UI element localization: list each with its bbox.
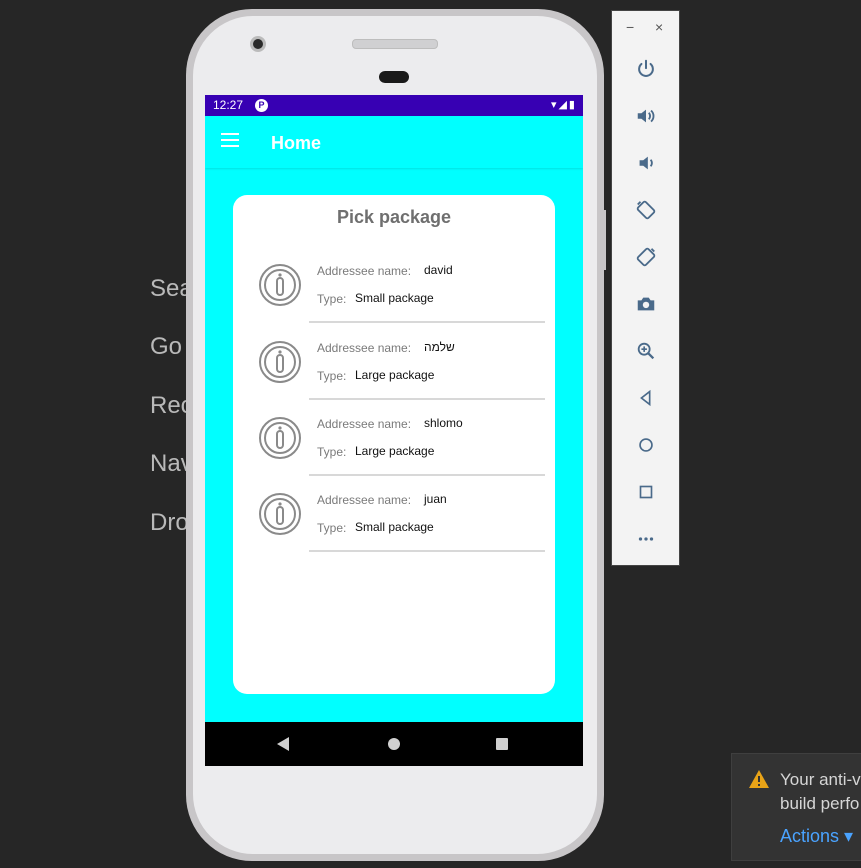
- info-icon: [259, 264, 301, 306]
- home-icon: [639, 438, 653, 452]
- close-button[interactable]: ×: [655, 19, 663, 35]
- info-icon: [259, 493, 301, 535]
- addressee-value: david: [424, 263, 453, 277]
- card-title: Pick package: [336, 207, 452, 227]
- emulator-toolbar: − ×: [611, 10, 680, 566]
- more-icon: [638, 537, 654, 541]
- volume-down-button[interactable]: [632, 149, 660, 177]
- addressee-value: שלמה: [424, 340, 455, 354]
- volume-down-icon: [639, 156, 653, 170]
- divider: [309, 321, 545, 323]
- list-item[interactable]: Addressee name: שלמה Type: Large package: [233, 330, 555, 406]
- addressee-label: Addressee name:: [317, 264, 412, 278]
- volume-up-button[interactable]: [632, 102, 660, 130]
- phone-screen: 12:27 P ▾◢▮ Home Pick package Addressee …: [205, 95, 583, 766]
- notification-badge-icon: P: [255, 99, 268, 112]
- more-button[interactable]: [632, 525, 660, 553]
- signal-battery-icons: ▾◢▮: [550, 99, 577, 111]
- type-label: Type:: [317, 369, 347, 383]
- list-item[interactable]: Addressee name: david Type: Small packag…: [233, 253, 555, 329]
- info-icon: [259, 417, 301, 459]
- info-icon: [259, 341, 301, 383]
- home-button[interactable]: [632, 431, 660, 459]
- rotate-left-icon: [636, 200, 656, 220]
- status-time: 12:27: [213, 98, 244, 112]
- rotate-right-icon: [636, 247, 656, 267]
- nav-home-icon[interactable]: [388, 738, 400, 750]
- notification-line: Your anti-v: [780, 770, 861, 789]
- nav-back-icon[interactable]: [277, 737, 289, 751]
- nav-recents-icon[interactable]: [496, 738, 508, 750]
- power-button[interactable]: [632, 55, 660, 83]
- notification-toast: Your anti-v build perfo Actions ▾: [731, 753, 861, 861]
- android-nav-bar: [205, 722, 583, 766]
- earpiece-speaker: [352, 39, 438, 49]
- addressee-value: juan: [424, 492, 447, 506]
- type-value: Small package: [355, 520, 434, 534]
- divider: [309, 474, 545, 476]
- status-bar: 12:27 P ▾◢▮: [205, 95, 583, 116]
- actions-dropdown[interactable]: Actions ▾: [780, 826, 853, 847]
- type-value: Small package: [355, 291, 434, 305]
- hamburger-icon[interactable]: [221, 133, 239, 147]
- list-item[interactable]: Addressee name: shlomo Type: Large packa…: [233, 406, 555, 482]
- page-title: Home: [271, 133, 322, 153]
- screenshot-button[interactable]: [632, 290, 660, 318]
- list-item[interactable]: Addressee name: juan Type: Small package: [233, 482, 555, 558]
- divider: [309, 550, 545, 552]
- app-bar: Home: [205, 116, 583, 168]
- type-label: Type:: [317, 445, 347, 459]
- overview-icon: [639, 485, 653, 499]
- minimize-button[interactable]: −: [626, 19, 634, 35]
- package-card: Pick package Addressee name: david Type:…: [233, 195, 555, 694]
- addressee-label: Addressee name:: [317, 417, 412, 431]
- overview-button[interactable]: [632, 478, 660, 506]
- type-label: Type:: [317, 292, 347, 306]
- zoom-icon: [637, 342, 655, 360]
- back-button[interactable]: [632, 384, 660, 412]
- zoom-button[interactable]: [632, 337, 660, 365]
- type-label: Type:: [317, 521, 347, 535]
- rotate-left-button[interactable]: [632, 196, 660, 224]
- type-value: Large package: [355, 368, 435, 382]
- power-icon: [638, 59, 654, 77]
- volume-up-icon: [637, 109, 655, 123]
- addressee-label: Addressee name:: [317, 341, 412, 355]
- addressee-value: shlomo: [424, 416, 463, 430]
- proximity-sensor: [379, 71, 409, 83]
- camera-icon: [637, 297, 655, 311]
- back-icon: [640, 389, 651, 407]
- warning-icon: [749, 770, 769, 788]
- divider: [309, 398, 545, 400]
- rotate-right-button[interactable]: [632, 243, 660, 271]
- notification-line: build perfo: [780, 794, 860, 813]
- addressee-label: Addressee name:: [317, 493, 412, 507]
- front-camera: [250, 36, 266, 52]
- notification-message: Your anti-v build perfo: [780, 768, 861, 816]
- type-value: Large package: [355, 444, 435, 458]
